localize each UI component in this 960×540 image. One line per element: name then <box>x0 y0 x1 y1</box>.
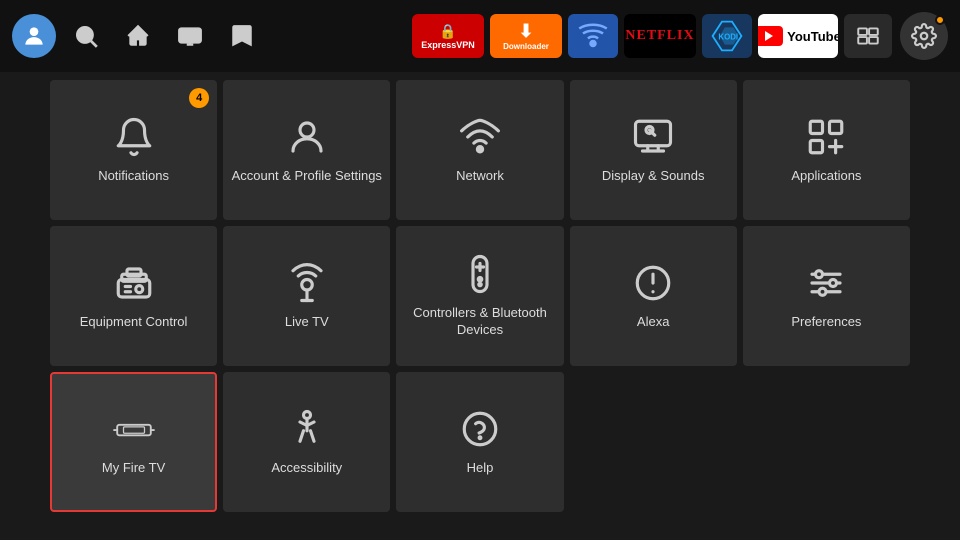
controllers-label: Controllers & Bluetooth Devices <box>396 305 563 339</box>
bell-icon <box>113 116 155 158</box>
equipment-control-tile[interactable]: Equipment Control <box>50 226 217 366</box>
search-icon[interactable] <box>64 14 108 58</box>
notifications-label: Notifications <box>98 168 169 185</box>
account-profile-tile[interactable]: Account & Profile Settings <box>223 80 390 220</box>
live-tv-label: Live TV <box>285 314 329 331</box>
controllers-bluetooth-tile[interactable]: Controllers & Bluetooth Devices <box>396 226 563 366</box>
help-icon <box>459 408 501 450</box>
help-tile[interactable]: Help <box>396 372 563 512</box>
downloader-app[interactable]: ⬇ Downloader <box>490 14 562 58</box>
top-nav: 🔒ExpressVPN ⬇ Downloader NETFLIX KODI <box>0 0 960 72</box>
applications-label: Applications <box>791 168 861 185</box>
live-tv-tile[interactable]: Live TV <box>223 226 390 366</box>
display-label: Display & Sounds <box>602 168 705 185</box>
equipment-icon <box>113 262 155 304</box>
avatar-icon[interactable] <box>12 14 56 58</box>
equipment-label: Equipment Control <box>80 314 188 331</box>
preferences-label: Preferences <box>791 314 861 331</box>
home-icon[interactable] <box>116 14 160 58</box>
accessibility-icon <box>286 408 328 450</box>
fire-tv-icon <box>113 408 155 450</box>
notifications-badge: 4 <box>189 88 209 108</box>
help-label: Help <box>467 460 494 477</box>
youtube-label: YouTube <box>787 29 838 44</box>
tv-icon[interactable] <box>168 14 212 58</box>
alexa-icon <box>632 262 674 304</box>
accessibility-tile[interactable]: Accessibility <box>223 372 390 512</box>
wifi-icon <box>459 116 501 158</box>
app-shortcuts: 🔒ExpressVPN ⬇ Downloader NETFLIX KODI <box>412 14 892 58</box>
svg-text:KODI: KODI <box>718 33 738 42</box>
netflix-app[interactable]: NETFLIX <box>624 14 696 58</box>
antenna-icon <box>286 262 328 304</box>
expressvpn-app[interactable]: 🔒ExpressVPN <box>412 14 484 58</box>
my-fire-tv-tile[interactable]: My Fire TV <box>50 372 217 512</box>
settings-grid: 4 Notifications Account & Profile Settin… <box>0 72 960 520</box>
alexa-label: Alexa <box>637 314 670 331</box>
youtube-app[interactable]: YouTube <box>758 14 838 58</box>
preferences-tile[interactable]: Preferences <box>743 226 910 366</box>
my-fire-tv-label: My Fire TV <box>102 460 165 477</box>
bookmark-icon[interactable] <box>220 14 264 58</box>
notifications-tile[interactable]: 4 Notifications <box>50 80 217 220</box>
alexa-tile[interactable]: Alexa <box>570 226 737 366</box>
settings-badge <box>935 15 945 25</box>
network-tile[interactable]: Network <box>396 80 563 220</box>
display-icon <box>632 116 674 158</box>
kodi-app[interactable]: KODI <box>702 14 752 58</box>
remote-icon <box>459 253 501 295</box>
person-icon <box>286 116 328 158</box>
settings-button[interactable] <box>900 12 948 60</box>
display-sounds-tile[interactable]: Display & Sounds <box>570 80 737 220</box>
account-label: Account & Profile Settings <box>232 168 382 185</box>
apps-icon <box>805 116 847 158</box>
applications-tile[interactable]: Applications <box>743 80 910 220</box>
mirroring-app[interactable] <box>844 14 892 58</box>
accessibility-label: Accessibility <box>271 460 342 477</box>
blue-app[interactable] <box>568 14 618 58</box>
sliders-icon <box>805 262 847 304</box>
network-label: Network <box>456 168 504 185</box>
